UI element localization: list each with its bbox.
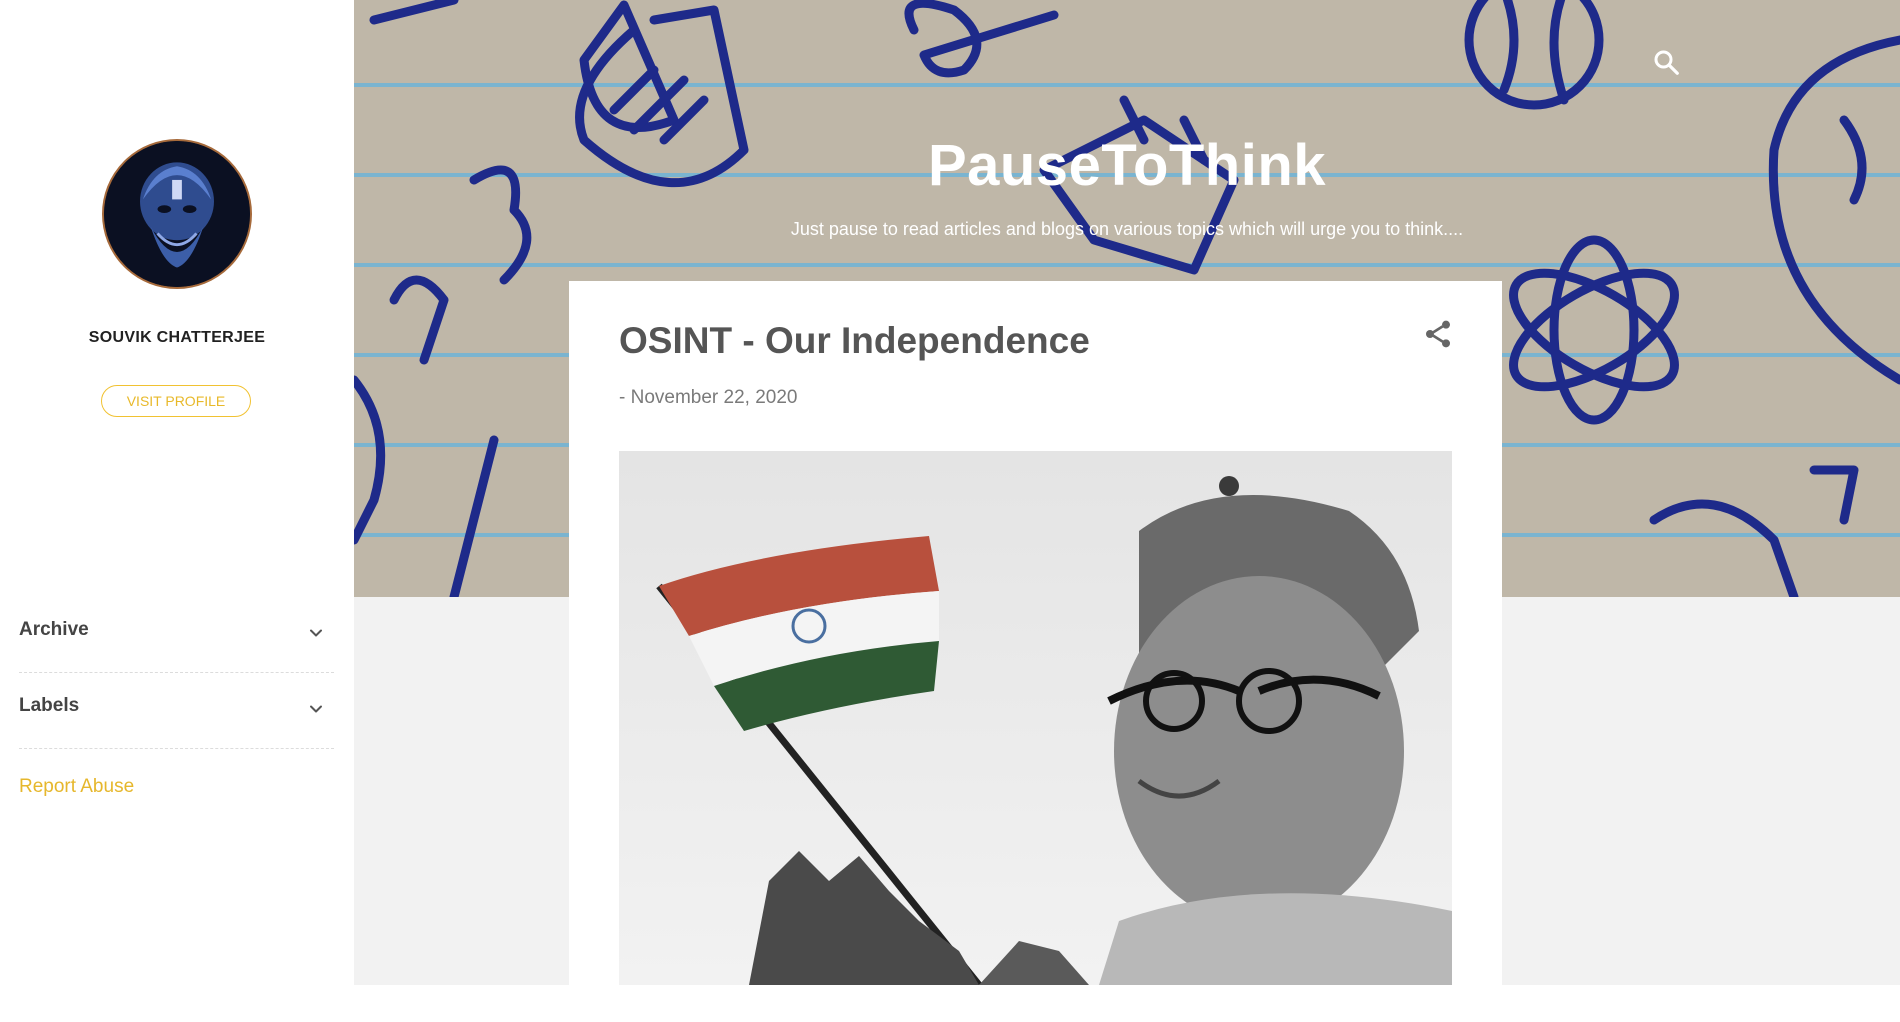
sidebar: SOUVIK CHATTERJEE VISIT PROFILE Archive … [0, 0, 354, 985]
blog-description: Just pause to read articles and blogs on… [790, 219, 1464, 239]
sidebar-item-archive[interactable]: Archive [19, 597, 334, 673]
sidebar-item-label: Archive [19, 619, 89, 640]
profile-name: SOUVIK CHATTERJEE [88, 329, 266, 346]
blog-title[interactable]: PauseToThink [354, 132, 1900, 199]
avatar[interactable] [102, 139, 252, 289]
share-icon[interactable] [1422, 318, 1454, 350]
chevron-down-icon[interactable] [306, 699, 326, 719]
visit-profile-button[interactable]: VISIT PROFILE [101, 385, 251, 417]
sidebar-item-label: Labels [19, 695, 80, 716]
report-abuse-link[interactable]: Report Abuse [19, 776, 134, 798]
post-card: OSINT - Our Independence - November 22, … [569, 281, 1502, 985]
avatar-icon [104, 141, 250, 287]
chevron-down-icon[interactable] [306, 623, 326, 643]
sidebar-item-labels[interactable]: Labels [19, 673, 334, 749]
post-image[interactable] [619, 451, 1452, 985]
blog-page: SOUVIK CHATTERJEE VISIT PROFILE Archive … [0, 0, 1900, 1022]
search-icon[interactable] [1651, 47, 1681, 77]
post-date[interactable]: - November 22, 2020 [619, 387, 798, 409]
post-title[interactable]: OSINT - Our Independence [619, 320, 1090, 362]
